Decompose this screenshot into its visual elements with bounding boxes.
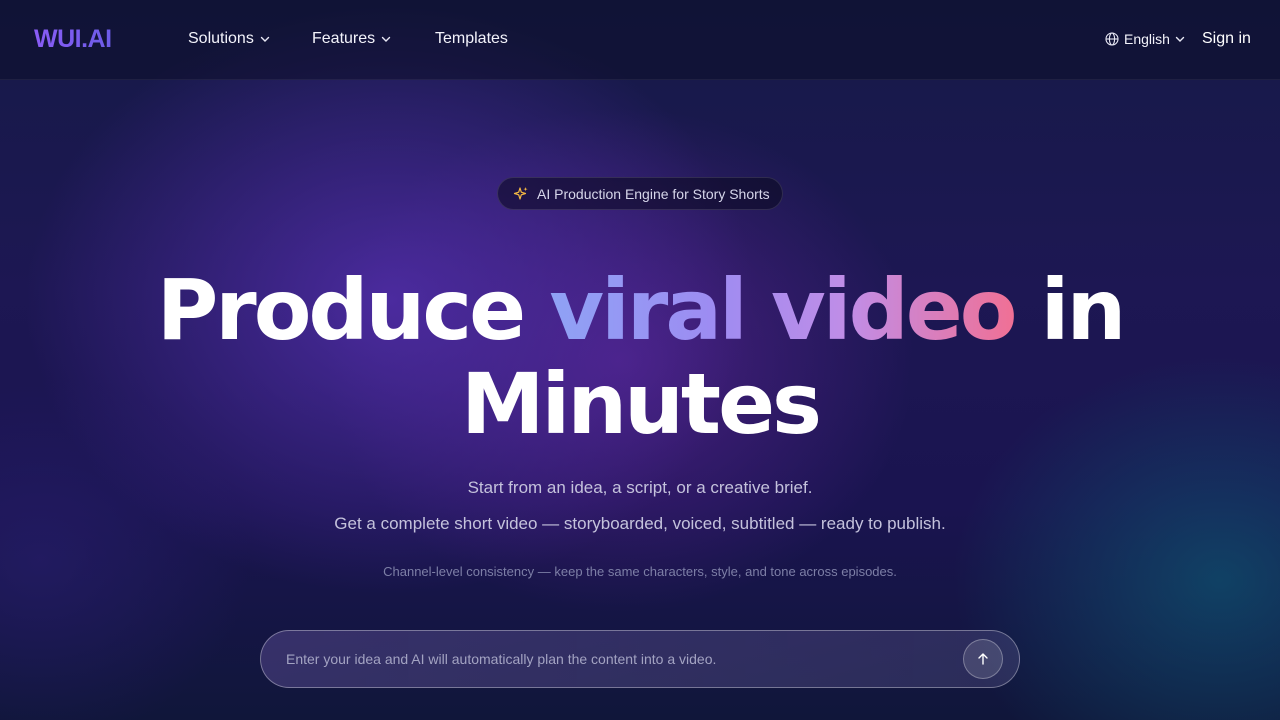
chevron-down-icon (1175, 36, 1185, 42)
badge-text: AI Production Engine for Story Shorts (537, 185, 770, 202)
idea-input[interactable] (261, 631, 963, 687)
hero-note: Channel-level consistency — keep the sam… (383, 564, 897, 579)
hero-title-highlight: viral video (549, 261, 1017, 359)
language-label: English (1124, 31, 1170, 47)
chevron-down-icon (381, 36, 391, 42)
nav-templates[interactable]: Templates (435, 30, 508, 48)
nav-solutions[interactable]: Solutions (188, 30, 270, 48)
chevron-down-icon (260, 36, 270, 42)
signin-link[interactable]: Sign in (1202, 30, 1251, 48)
submit-button[interactable] (963, 639, 1003, 679)
hero-title-line2: Minutes (460, 355, 822, 453)
hero-title-part1: Produce (156, 261, 550, 359)
hero-subtitle-1: Start from an idea, a script, or a creat… (467, 478, 813, 497)
sparkles-icon (513, 186, 528, 200)
feature-badge: AI Production Engine for Story Shorts (497, 177, 783, 210)
landing-page: WUI.AI Solutions Features Templates Engl… (0, 0, 1280, 720)
language-selector[interactable]: English (1105, 31, 1185, 47)
logo[interactable]: WUI.AI (34, 25, 112, 54)
nav-templates-label: Templates (435, 30, 508, 47)
hero-title: Produce viral video in (0, 262, 1280, 358)
hero-title-part2: in (1014, 261, 1127, 359)
globe-icon (1105, 32, 1119, 46)
idea-prompt-box (260, 630, 1020, 688)
top-nav: WUI.AI Solutions Features Templates Engl… (0, 0, 1280, 80)
arrow-up-icon (978, 653, 988, 665)
hero-subtitle-2: Get a complete short video — storyboarde… (334, 514, 946, 533)
nav-features-label: Features (312, 30, 376, 47)
nav-features[interactable]: Features (312, 30, 391, 48)
nav-solutions-label: Solutions (188, 30, 254, 47)
